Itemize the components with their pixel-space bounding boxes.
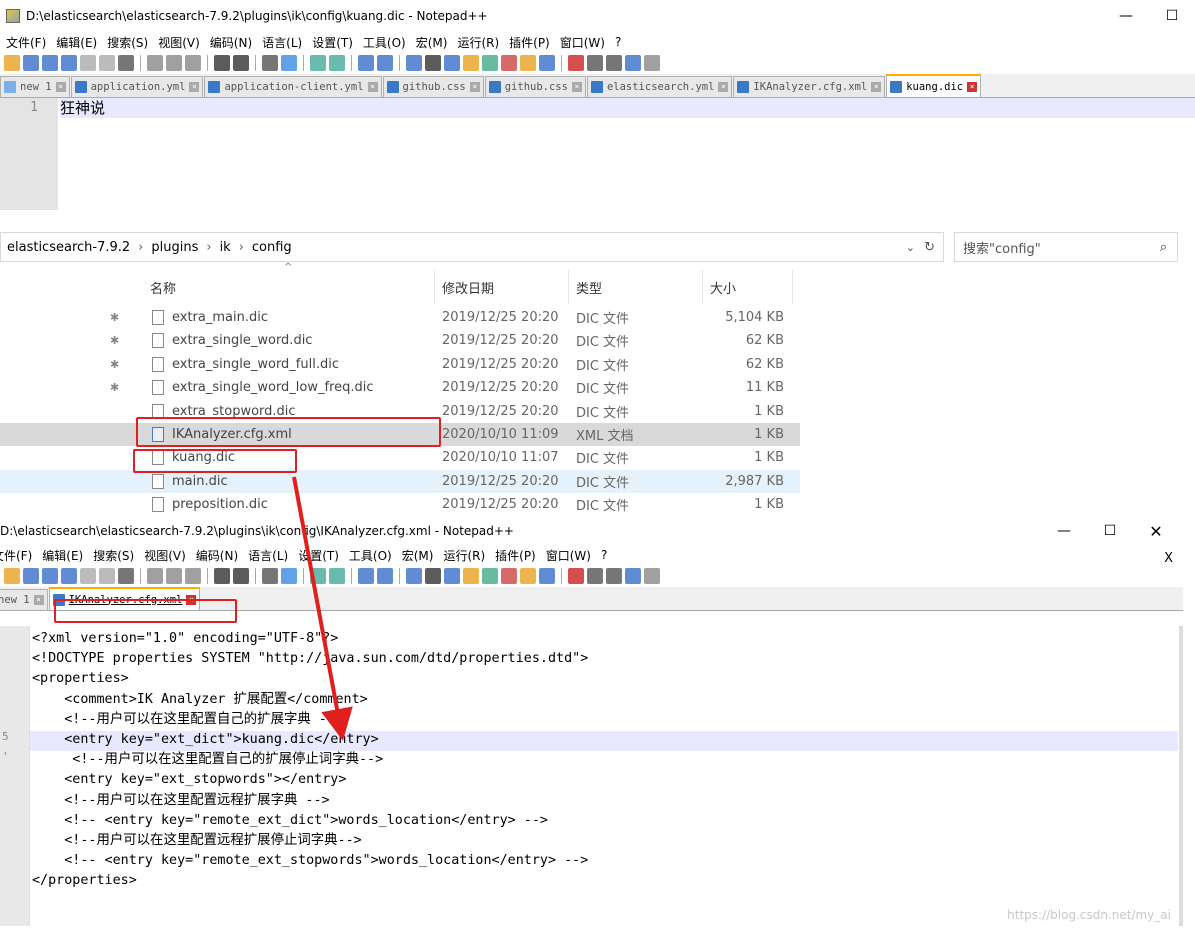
red-arrow bbox=[292, 476, 353, 741]
arrow-annotation bbox=[292, 476, 353, 741]
